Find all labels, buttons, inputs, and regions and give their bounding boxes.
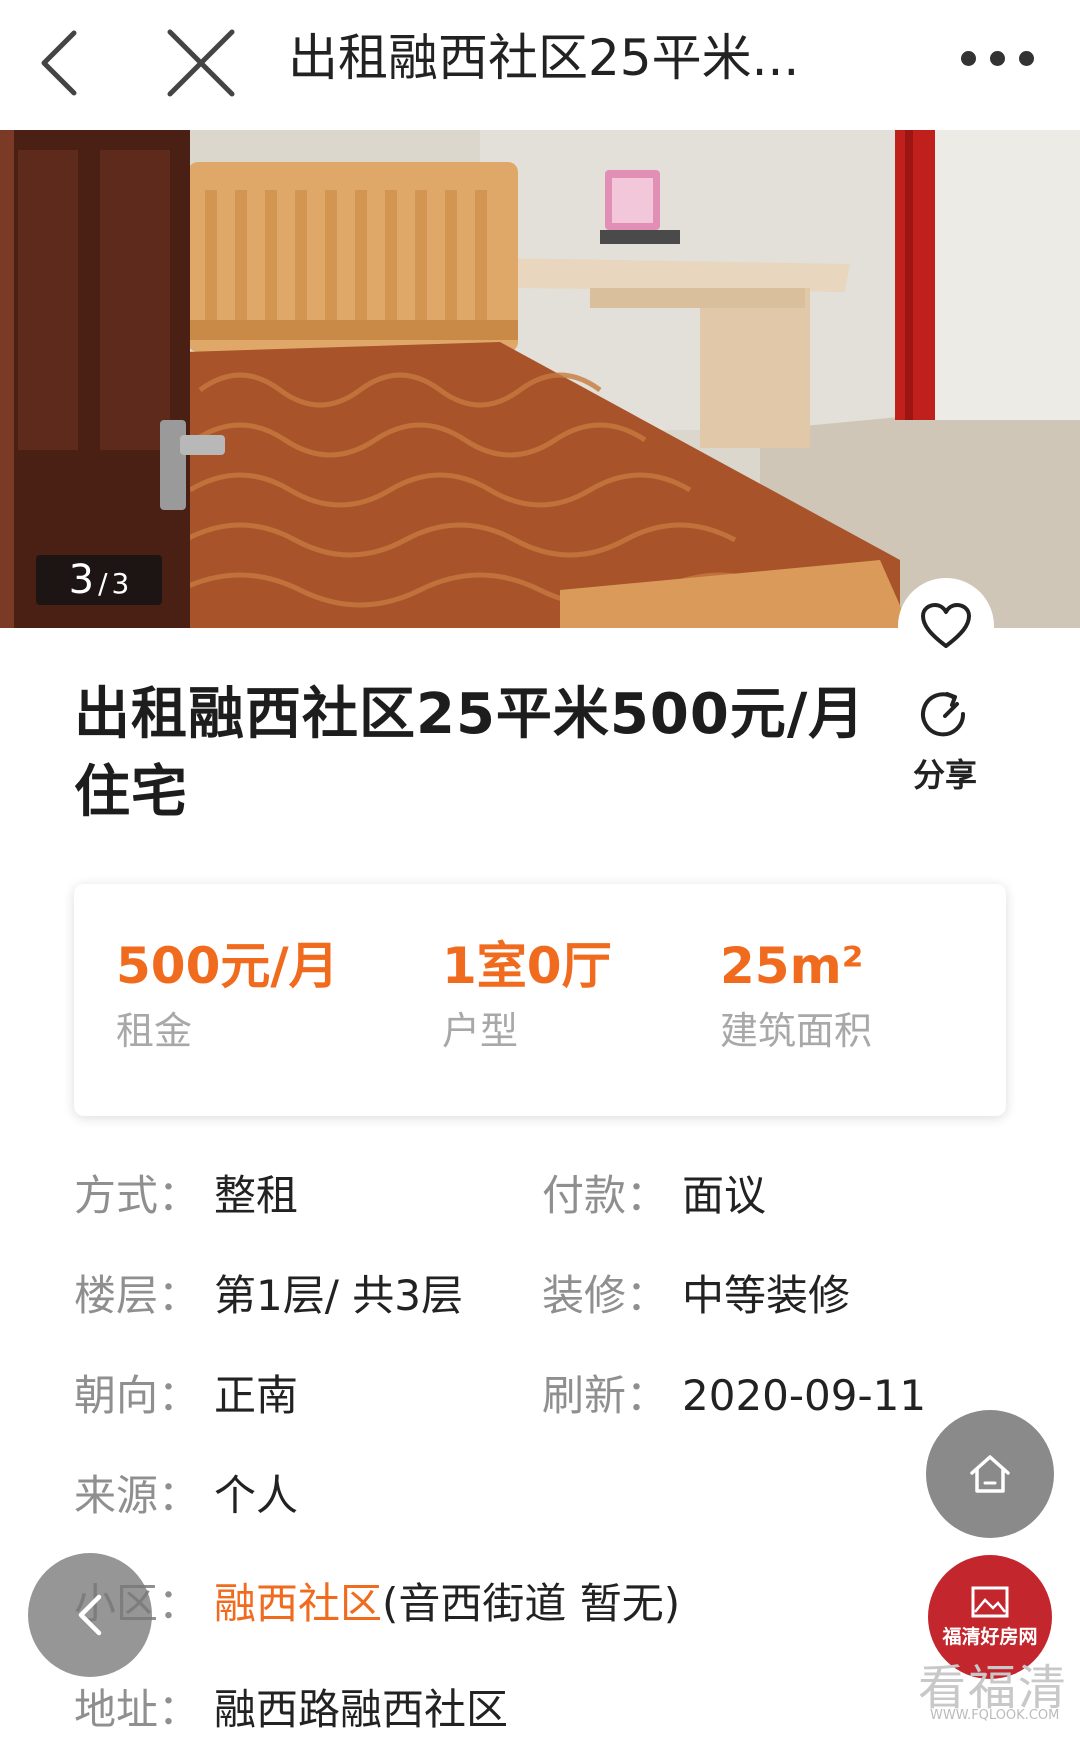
more-dots-icon [960, 50, 976, 66]
detail-value: 正南 [214, 1371, 299, 1420]
detail-community: 小区：融西社区(音西街道 暂无) [74, 1578, 680, 1630]
detail-refresh: 刷新： 2020-09-11 [542, 1370, 926, 1422]
detail-mode: 方式： 整租 [74, 1170, 298, 1222]
close-icon [167, 29, 235, 97]
summary-rent: 500元/月 租金 [116, 936, 339, 1054]
detail-key: 朝向： [74, 1371, 201, 1420]
layout-value: 1室0厅 [442, 937, 612, 995]
detail-key: 装修： [542, 1271, 669, 1320]
detail-value: 2020-09-11 [682, 1371, 927, 1420]
detail-payment: 付款： 面议 [542, 1170, 766, 1222]
listing-photo[interactable] [0, 130, 1080, 628]
photo-counter: 3 / 3 [36, 555, 162, 605]
detail-key: 楼层： [74, 1271, 201, 1320]
area-label: 建筑面积 [720, 1009, 873, 1053]
summary-layout: 1室0厅 户型 [442, 936, 612, 1054]
layout-label: 户型 [442, 1009, 519, 1053]
detail-floor: 楼层： 第1层/ 共3层 [74, 1270, 463, 1322]
detail-key: 方式： [74, 1171, 201, 1220]
detail-value: 融西路融西社区 [214, 1685, 509, 1734]
detail-decor: 装修： 中等装修 [542, 1270, 850, 1322]
watermark-url: WWW.FQLOOK.COM [930, 1708, 1060, 1723]
detail-source: 来源： 个人 [74, 1470, 298, 1522]
page-title: 出租融西社区25平米... [288, 29, 800, 87]
detail-facing: 朝向： 正南 [74, 1370, 298, 1422]
detail-key: 地址： [74, 1685, 201, 1734]
detail-value: 个人 [214, 1471, 299, 1520]
listing-title: 出租融西社区25平米500元/月住宅 [74, 682, 866, 825]
community-link[interactable]: 融西社区 [214, 1579, 382, 1628]
top-nav-bar: 出租融西社区25平米... [0, 0, 1080, 130]
floating-back-button[interactable] [28, 1553, 152, 1677]
detail-key: 刷新： [542, 1371, 669, 1420]
share-button[interactable]: 分享 [905, 688, 985, 796]
detail-address: 地址： 融西路融西社区 [74, 1684, 508, 1736]
chevron-left-icon [78, 1594, 102, 1636]
heart-icon [921, 603, 971, 648]
community-extra: (音西街道 暂无) [382, 1579, 681, 1628]
photo-counter-current: 3 [68, 557, 95, 603]
detail-key: 来源： [74, 1471, 201, 1520]
detail-key: 付款： [542, 1171, 669, 1220]
summary-area: 25m² 建筑面积 [720, 936, 872, 1054]
photo-counter-separator: / [98, 567, 108, 600]
share-label: 分享 [912, 756, 977, 794]
rent-value: 500元/月 [116, 937, 339, 995]
favorite-button[interactable] [898, 578, 994, 674]
chevron-left-icon [41, 30, 77, 96]
back-button[interactable] [14, 18, 104, 108]
more-menu-button[interactable] [942, 28, 1052, 88]
share-icon [921, 692, 966, 737]
detail-value: 中等装修 [682, 1271, 851, 1320]
detail-value: 面议 [682, 1171, 767, 1220]
detail-value: 第1层/ 共3层 [214, 1271, 463, 1320]
room-photo [0, 130, 1080, 628]
rent-label: 租金 [116, 1009, 193, 1053]
area-value: 25m² [720, 937, 864, 995]
close-button[interactable] [156, 18, 246, 108]
home-button[interactable] [926, 1410, 1054, 1538]
picture-frame-icon [971, 1586, 1009, 1617]
detail-value: 整租 [214, 1171, 299, 1220]
home-icon [970, 1455, 1010, 1493]
summary-card: 500元/月 租金 1室0厅 户型 25m² 建筑面积 [74, 884, 1006, 1116]
photo-counter-total: 3 [111, 567, 130, 600]
watermark-text: 看福清 [918, 1660, 1069, 1716]
brand-name: 福清好房网 [942, 1625, 1038, 1648]
